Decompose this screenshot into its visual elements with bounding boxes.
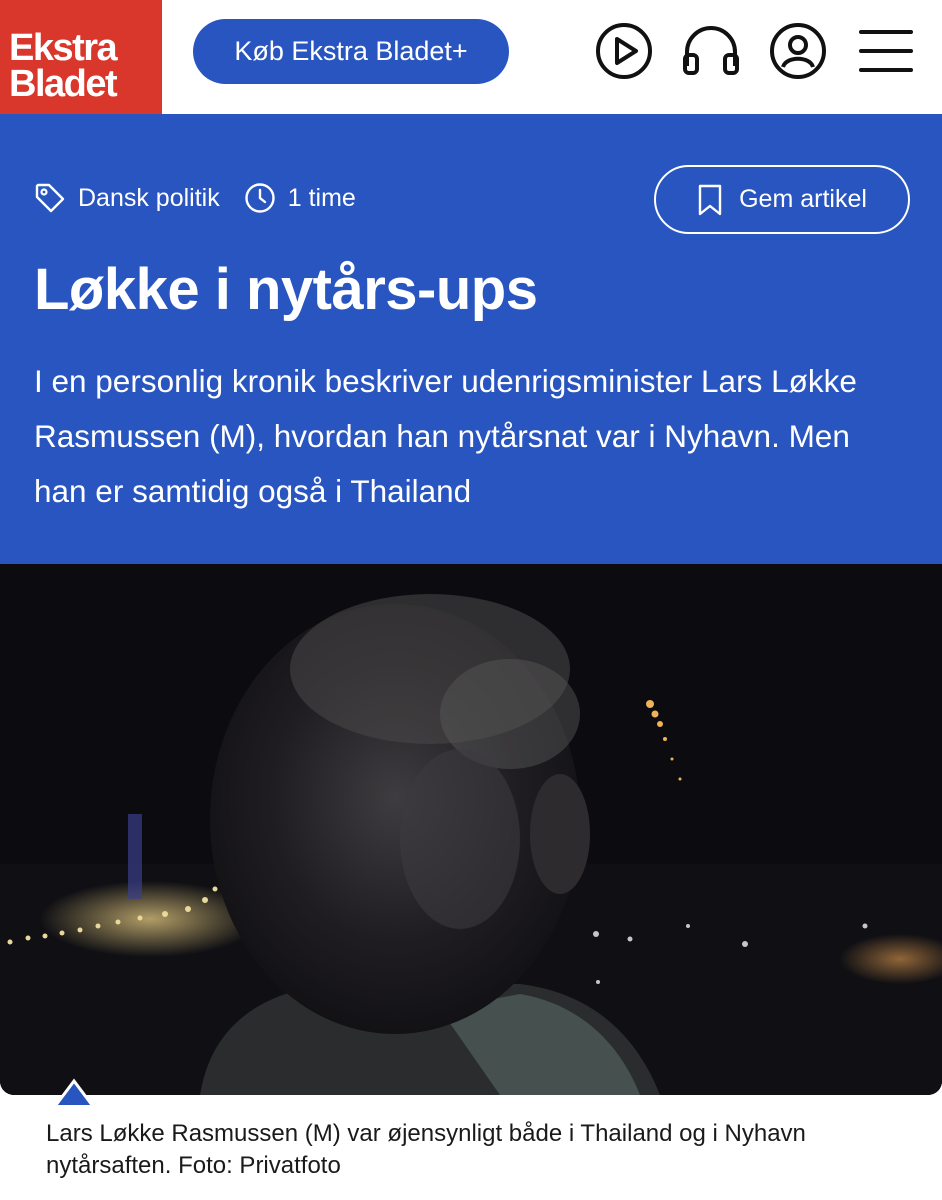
category-tag[interactable]: Dansk politik	[34, 182, 220, 214]
logo-line-1: Ekstra	[9, 27, 118, 69]
article-photo[interactable]	[0, 564, 942, 1095]
menu-icon[interactable]	[857, 22, 915, 80]
clock-icon	[245, 183, 275, 213]
logo-line-2: Bladet	[9, 63, 118, 105]
save-article-button[interactable]: Gem artikel	[654, 165, 910, 234]
photo-caption: Lars Løkke Rasmussen (M) var øjensynligt…	[46, 1120, 806, 1179]
play-icon[interactable]	[595, 22, 653, 80]
tag-icon	[35, 183, 65, 213]
photo-scene	[0, 564, 942, 1095]
article-header: Dansk politik 1 time Gem artikel Løkke i…	[0, 114, 942, 564]
save-article-label: Gem artikel	[739, 185, 867, 213]
article-headline: Løkke i nytårs-ups	[34, 257, 538, 322]
time-label: 1 time	[287, 183, 356, 212]
article-meta: Dansk politik 1 time	[34, 182, 356, 214]
logo-text: Ekstra Bladet	[0, 0, 162, 114]
ekstra-bladet-logo[interactable]: Ekstra Bladet	[0, 0, 162, 130]
bookmark-icon	[698, 184, 722, 215]
category-label: Dansk politik	[78, 183, 220, 212]
caption-pointer-icon	[56, 1078, 92, 1105]
buy-subscription-button[interactable]: Køb Ekstra Bladet+	[193, 19, 509, 84]
publish-time: 1 time	[244, 182, 356, 214]
headphones-icon[interactable]	[682, 22, 740, 80]
top-bar: Ekstra Bladet Køb Ekstra Bladet+	[0, 0, 942, 130]
article-lead: I en personlig kronik beskriver udenrigs…	[34, 363, 857, 509]
user-icon[interactable]	[769, 22, 827, 80]
